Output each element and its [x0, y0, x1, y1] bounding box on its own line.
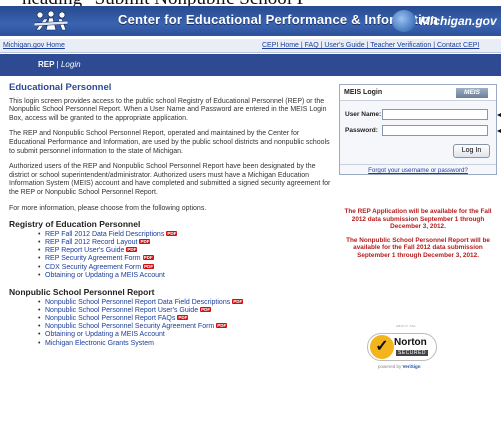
nps-links-list: Nonpublic School Personnel Report Data F…	[9, 298, 331, 348]
forgot-credentials-link[interactable]: Forgot your username or password?	[340, 164, 496, 176]
username-pointer-arrow-icon	[497, 111, 501, 119]
rep-links-list: REP Fall 2012 Data Field DescriptionsPDF…	[9, 230, 331, 280]
norton-name: Norton	[394, 337, 427, 348]
banner-title: Center for Educational Performance & Inf…	[118, 12, 439, 27]
meis-login-box: MEIS Login MEIS User Name: Password: Log…	[339, 84, 501, 176]
site-banner: Center for Educational Performance & Inf…	[0, 6, 501, 36]
norton-secured-seal[interactable]: ABOUT SSL ✓ Norton SECURED powered by Ve…	[367, 324, 437, 374]
norton-verify-text: ABOUT SSL	[396, 324, 417, 328]
login-header: MEIS Login MEIS	[340, 85, 496, 101]
list-item: Nonpublic School Personnel Report FAQsPD…	[38, 314, 331, 323]
breadcrumb-app: REP	[38, 60, 55, 69]
nps-link[interactable]: Nonpublic School Personnel Report Data F…	[45, 299, 230, 306]
pdf-icon: PDF	[126, 247, 138, 253]
list-item: REP Security Agreement FormPDF	[38, 255, 331, 264]
verisign-brand: VeriSign	[402, 364, 421, 369]
list-item: Nonpublic School Personnel Security Agre…	[38, 323, 331, 332]
rep-link[interactable]: Obtaining or Updating a MEIS Account	[45, 272, 165, 279]
list-item: CDX Security Agreement FormPDF	[38, 263, 331, 272]
rep-link[interactable]: REP Report User's Guide	[45, 247, 124, 254]
sidebar: MEIS Login MEIS User Name: Password: Log…	[339, 84, 501, 260]
options-paragraph: For more information, please choose from…	[9, 204, 207, 212]
michigan-gov-logo: Michigan.gov	[420, 14, 497, 28]
password-input[interactable]	[382, 125, 488, 136]
norton-badge: ✓ Norton SECURED	[367, 333, 437, 361]
pdf-icon: PDF	[139, 238, 151, 244]
pdf-icon: PDF	[200, 306, 212, 312]
cepi-logo-icon	[34, 10, 68, 31]
nps-link[interactable]: Michigan Electronic Grants System	[45, 340, 154, 347]
breadcrumb-page: Login	[60, 60, 81, 69]
list-item: Nonpublic School Personnel Report Data F…	[38, 298, 331, 307]
powered-by-prefix: powered by	[378, 364, 403, 369]
norton-secured-label: SECURED	[396, 350, 428, 356]
nps-heading: Nonpublic School Personnel Report	[9, 286, 155, 297]
login-title: MEIS Login	[344, 89, 383, 96]
pdf-icon: PDF	[177, 314, 189, 320]
pdf-icon: PDF	[166, 230, 178, 236]
list-item: Obtaining or Updating a MEIS Account	[38, 331, 331, 339]
michigan-globe-icon	[392, 10, 416, 32]
checkmark-icon: ✓	[370, 335, 394, 359]
page-title: Educational Personnel	[9, 82, 112, 93]
top-navigation: Michigan.gov Home CEPI Home | FAQ | User…	[0, 39, 501, 53]
nps-link[interactable]: Nonpublic School Personnel Report FAQs	[45, 315, 175, 322]
list-item: Obtaining or Updating a MEIS Account	[38, 272, 331, 280]
pdf-icon: PDF	[232, 298, 244, 304]
rep-link[interactable]: REP Fall 2012 Record Layout	[45, 239, 137, 246]
powered-by-text: powered by VeriSign	[378, 364, 421, 369]
login-button[interactable]: Log In	[453, 144, 490, 158]
list-item: REP Fall 2012 Record LayoutPDF	[38, 238, 331, 247]
username-label: User Name:	[345, 111, 382, 118]
cepi-nav-links[interactable]: CEPI Home | FAQ | User's Guide | Teacher…	[262, 39, 479, 53]
nps-availability-notice: The Nonpublic School Personnel Report wi…	[346, 236, 490, 259]
rep-availability-notice: The REP Application will be available fo…	[344, 208, 492, 231]
list-item: REP Fall 2012 Data Field DescriptionsPDF	[38, 230, 331, 239]
password-pointer-arrow-icon	[497, 127, 501, 135]
password-label: Password:	[345, 127, 378, 134]
rep-link[interactable]: REP Security Agreement Form	[45, 255, 141, 262]
list-item: REP Report User's GuidePDF	[38, 247, 331, 256]
rep-link[interactable]: REP Fall 2012 Data Field Descriptions	[45, 231, 164, 238]
breadcrumb: REP | Login	[0, 54, 501, 76]
rep-link[interactable]: CDX Security Agreement Form	[45, 264, 141, 271]
username-input[interactable]	[382, 109, 488, 120]
nps-link[interactable]: Obtaining or Updating a MEIS Account	[45, 331, 165, 338]
list-item: Nonpublic School Personnel Report User's…	[38, 306, 331, 315]
nps-link[interactable]: Nonpublic School Personnel Report User's…	[45, 307, 198, 314]
rep-heading: Registry of Education Personnel	[9, 219, 141, 230]
list-item: Michigan Electronic Grants System	[38, 340, 331, 348]
nps-link[interactable]: Nonpublic School Personnel Security Agre…	[45, 323, 214, 330]
pdf-icon: PDF	[143, 263, 155, 269]
description-paragraph: The REP and Nonpublic School Personnel R…	[9, 130, 330, 155]
intro-paragraph: This login screen provides access to the…	[9, 97, 327, 122]
pdf-icon: PDF	[216, 323, 228, 329]
pdf-icon: PDF	[142, 255, 154, 261]
authorized-users-paragraph: Authorized users of the REP and Nonpubli…	[9, 163, 331, 196]
michigan-gov-home-link[interactable]: Michigan.gov Home	[3, 39, 65, 53]
meis-logo: MEIS	[456, 88, 488, 98]
main-content: Educational Personnel This login screen …	[9, 82, 331, 356]
